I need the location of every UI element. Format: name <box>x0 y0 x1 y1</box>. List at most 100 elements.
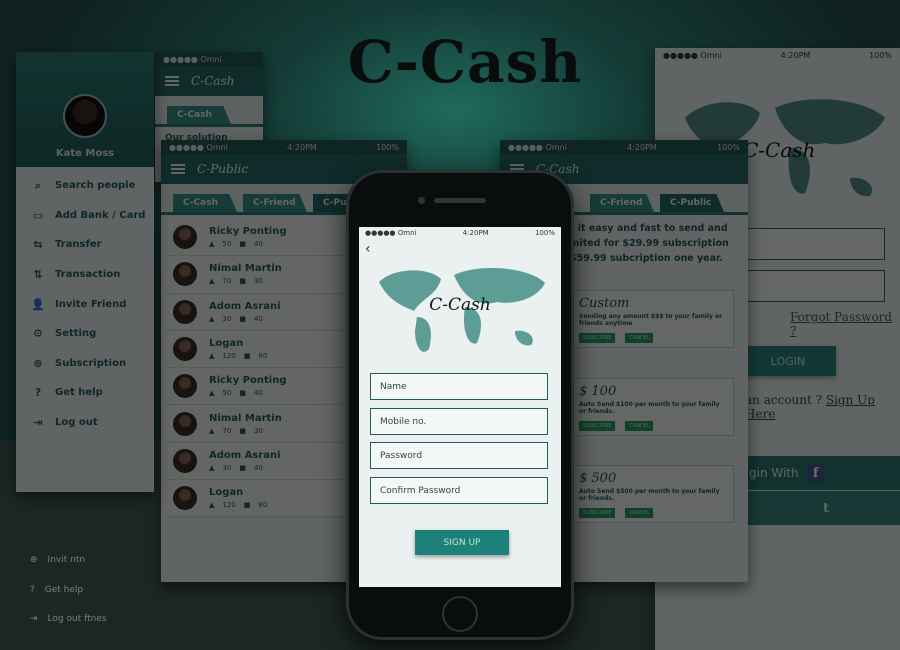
avatar <box>173 486 197 511</box>
sidebar-item-get-help[interactable]: ? Get help <box>16 378 154 408</box>
tab-c-friend[interactable]: C-Friend <box>590 194 654 212</box>
avatar <box>173 337 197 362</box>
sidebar-item-search-people[interactable]: ⌕ Search people <box>16 171 154 201</box>
tab-c-cash[interactable]: C-Cash <box>167 106 231 124</box>
tab-c-friend[interactable]: C-Friend <box>243 194 307 212</box>
sidebar-items: ⌕ Search people ▭ Add Bank / Card ⇆ Transfe… <box>16 167 154 437</box>
signup-button[interactable]: SIGN UP <box>415 530 509 555</box>
avatar <box>173 299 197 324</box>
like-count: 120 <box>222 352 236 361</box>
back-arrow-icon[interactable]: ‹ <box>365 241 371 257</box>
sidebar-item-subscription[interactable]: ⊛ Subscription <box>16 349 154 379</box>
tab-c-public[interactable]: C-Public <box>660 194 724 212</box>
comment-count: 40 <box>253 389 263 398</box>
like-count: 70 <box>222 277 232 286</box>
twitter-icon: t <box>822 500 829 516</box>
forgot-password-link[interactable]: Forgot Password ? <box>790 310 900 338</box>
facebook-login-button[interactable]: gin With f <box>743 456 900 490</box>
menu-icon[interactable] <box>165 76 179 86</box>
contact-info: Adom Asrani ▲ 30 ■ 40 <box>209 301 281 323</box>
contact-stats: ▲ 50 ■ 40 <box>209 389 287 397</box>
contact-name: Nimal Martin <box>209 412 282 424</box>
comment-icon: ■ <box>243 501 251 510</box>
home-button[interactable] <box>442 596 478 632</box>
comment-icon: ■ <box>243 352 251 361</box>
user-icon: 👤 <box>31 297 45 311</box>
like-icon: ▲ <box>209 352 215 361</box>
contact-info: Nimal Martin ▲ 70 ■ 30 <box>209 413 282 435</box>
comment-icon: ■ <box>239 463 246 472</box>
user-name: Kate Moss <box>55 148 115 159</box>
sidebar-item-invite-friend[interactable]: 👤 Invite Friend <box>16 289 154 319</box>
phone-mockup: ●●●●● Omni 4:20PM 100% ‹ C-Cash Name Mob… <box>346 170 574 640</box>
plan-desc: Auto Send $500 per month to your family … <box>579 488 720 502</box>
status-bar: ●●●●● Omni 4:20PM 100% <box>655 48 900 62</box>
confirm-password-field[interactable]: Confirm Password <box>370 477 548 504</box>
status-bar: ●●●●● Omni 4:20PM 100% <box>500 140 748 154</box>
carrier-text: ●●●●● Omni <box>169 142 228 152</box>
contact-stats: ▲ 120 ■ 80 <box>209 352 267 360</box>
plan-actions: SUBSCRIBE CANCEL <box>579 508 725 518</box>
ghost-label: Invit ntn <box>47 555 86 565</box>
sidebar-item-label: Search people <box>55 180 136 192</box>
contact-info: Ricky Ponting ▲ 50 ■ 40 <box>209 226 287 248</box>
plan-card-custom: Custom Sending any amount $$$ to your fa… <box>570 290 734 348</box>
comment-icon: ■ <box>239 426 246 435</box>
like-icon: ▲ <box>209 314 215 323</box>
signup-screen: ●●●●● Omni 4:20PM 100% ‹ C-Cash Name Mob… <box>359 227 561 587</box>
like-count: 70 <box>222 426 232 435</box>
subscribe-button[interactable]: SUBSCRIBE <box>579 508 616 518</box>
menu-icon[interactable] <box>171 164 185 174</box>
sidebar-item-label: Add Bank / Card <box>55 209 146 221</box>
cancel-button[interactable]: CANCEL <box>625 333 654 343</box>
plan-name: $ 500 <box>579 471 617 486</box>
comment-icon: ■ <box>239 277 246 286</box>
cancel-button[interactable]: CANCEL <box>625 508 654 518</box>
username-field[interactable] <box>745 228 885 260</box>
subscribe-button[interactable]: SUBSCRIBE <box>579 421 616 431</box>
battery-text: 100% <box>376 142 399 152</box>
status-bar: ●●●●● Omni 4:20PM 100% <box>359 227 561 239</box>
sidebar-item-setting[interactable]: ⚙ Setting <box>16 319 154 349</box>
contact-info: Logan ▲ 120 ■ 80 <box>209 338 267 360</box>
time-text: 4:20PM <box>462 229 489 237</box>
app-header: C-Cash <box>155 66 263 96</box>
like-count: 50 <box>222 240 232 249</box>
password-field[interactable]: Password <box>370 442 548 469</box>
subscribe-button[interactable]: SUBSCRIBE <box>579 333 616 343</box>
name-field[interactable]: Name <box>370 373 548 400</box>
sidebar-item-transaction[interactable]: ⇅ Transaction <box>16 260 154 290</box>
twitter-login-button[interactable]: t <box>743 491 900 525</box>
password-field[interactable] <box>745 270 885 302</box>
contact-info: Adom Asrani ▲ 30 ■ 40 <box>209 450 281 472</box>
mobile-field[interactable]: Mobile no. <box>370 408 548 435</box>
login-title: C-Cash <box>743 138 816 162</box>
gear-icon: ⚙ <box>33 327 43 341</box>
carrier-text: ●●●●● Omni <box>508 142 567 152</box>
speaker-icon <box>434 198 486 203</box>
sidebar-item-transfer[interactable]: ⇆ Transfer <box>16 230 154 260</box>
sidebar-item-label: Get help <box>55 387 103 399</box>
time-text: 4:20PM <box>627 142 657 152</box>
time-text: 4:20PM <box>287 142 317 152</box>
tab-c-cash[interactable]: C-Cash <box>173 194 237 212</box>
plan-actions: SUBSCRIBE CANCEL <box>579 333 725 343</box>
cancel-button[interactable]: CANCEL <box>625 421 654 431</box>
sidebar-item-label: Setting <box>55 328 97 340</box>
no-account-text: an account ? Sign Up Here <box>745 393 900 421</box>
ghost-label: Log out ftnes <box>47 614 107 624</box>
sidebar-item-log-out[interactable]: ⇥ Log out <box>16 408 154 438</box>
comment-icon: ■ <box>239 314 246 323</box>
comment-count: 40 <box>253 463 263 472</box>
like-icon: ▲ <box>209 501 215 510</box>
plan-name: $ 100 <box>579 384 617 399</box>
contact-stats: ▲ 30 ■ 40 <box>209 315 281 323</box>
tab-bar: C-Cash <box>155 96 263 127</box>
login-button[interactable]: LOGIN <box>740 346 836 376</box>
plan-desc: Sending any amount $$$ to your family or… <box>579 313 723 327</box>
transaction-icon: ⇅ <box>33 268 43 282</box>
battery-text: 100% <box>869 50 892 60</box>
battery-text: 100% <box>717 142 740 152</box>
sidebar-item-add-bank[interactable]: ▭ Add Bank / Card <box>16 201 154 231</box>
contact-name: Ricky Ponting <box>209 375 287 387</box>
